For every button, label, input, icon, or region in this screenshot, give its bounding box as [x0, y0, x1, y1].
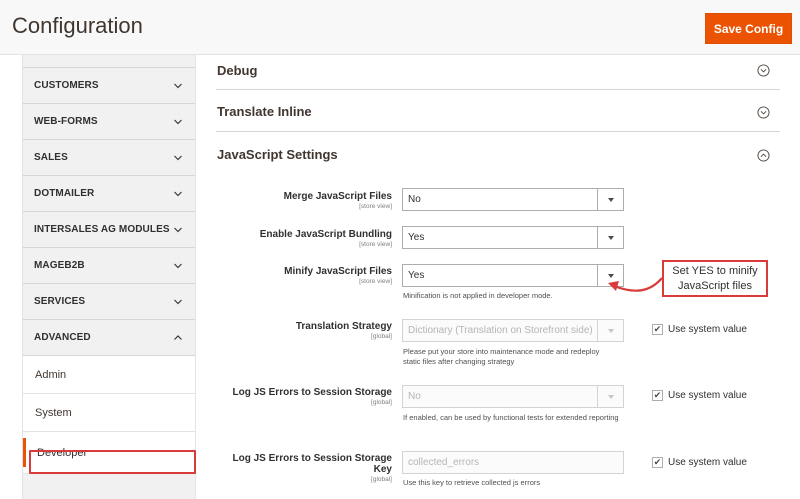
sidebar-item-label: SALES — [34, 152, 68, 163]
checkbox-checked-icon[interactable]: ✔ — [652, 324, 663, 335]
chevron-up-icon — [174, 334, 182, 340]
log-js-errors-label: Log JS Errors to Session Storage [global… — [214, 387, 392, 406]
field-scope: [store view] — [359, 241, 392, 248]
field-label: Translation Strategy — [295, 321, 392, 332]
section-javascript-settings[interactable]: JavaScript Settings — [216, 132, 780, 176]
field-scope: [global] — [371, 399, 392, 406]
triangle-down-icon — [607, 197, 614, 202]
sidebar-item-intersales-ag-modules[interactable]: INTERSALES AG MODULES — [23, 212, 195, 248]
triangle-down-icon — [607, 328, 614, 333]
log-js-errors-key-use-system[interactable]: ✔ Use system value — [652, 457, 747, 468]
field-label: Log JS Errors to Session Storage Key — [232, 453, 392, 475]
merge-js-label: Merge JavaScript Files [store view] — [214, 191, 392, 210]
sidebar-item-services[interactable]: SERVICES — [23, 284, 195, 320]
triangle-down-icon — [607, 394, 614, 399]
merge-js-select[interactable]: No — [402, 188, 624, 211]
chevron-down-icon — [174, 299, 182, 304]
circle-chevron-down-icon — [757, 106, 770, 119]
section-translate-inline[interactable]: Translate Inline — [216, 90, 780, 132]
sidebar-top-spacer — [23, 55, 195, 68]
annotation-arrow — [608, 277, 663, 292]
circle-chevron-up-icon — [757, 149, 770, 162]
select-value: Yes — [408, 232, 425, 243]
log-js-errors-key-input[interactable]: collected_errors — [402, 451, 624, 474]
log-js-errors-note: If enabled, can be used by functional te… — [403, 413, 619, 422]
page-header: Configuration Save Config — [0, 0, 800, 55]
chevron-down-icon — [174, 191, 182, 196]
log-js-errors-key-label: Log JS Errors to Session Storage Key [gl… — [214, 453, 392, 483]
select-value: Yes — [408, 270, 425, 281]
log-js-errors-use-system[interactable]: ✔ Use system value — [652, 390, 747, 401]
select-value: Dictionary (Translation on Storefront si… — [408, 325, 593, 336]
enable-bundling-select[interactable]: Yes — [402, 226, 624, 249]
sidebar-subitem-admin[interactable]: Admin — [23, 356, 195, 394]
sidebar-item-label: WEB-FORMS — [34, 116, 98, 127]
minify-js-label: Minify JavaScript Files [store view] — [214, 266, 392, 285]
sidebar-item-advanced[interactable]: ADVANCED — [23, 320, 195, 356]
field-scope: [global] — [371, 333, 392, 340]
field-scope: [global] — [371, 476, 392, 483]
log-js-errors-key-note: Use this key to retrieve collected js er… — [403, 478, 541, 487]
translation-strategy-select[interactable]: Dictionary (Translation on Storefront si… — [402, 319, 624, 342]
sidebar-item-dotmailer[interactable]: DOTMAILER — [23, 176, 195, 212]
field-label: Merge JavaScript Files — [283, 191, 392, 202]
translation-strategy-use-system[interactable]: ✔ Use system value — [652, 324, 747, 335]
sidebar-item-label: ADVANCED — [34, 332, 91, 343]
translation-strategy-label: Translation Strategy [global] — [214, 321, 392, 340]
select-value: No — [408, 391, 421, 402]
field-label: Enable JavaScript Bundling — [259, 229, 392, 240]
chevron-down-icon — [174, 263, 182, 268]
log-js-errors-select[interactable]: No — [402, 385, 624, 408]
sidebar-item-label: CUSTOMERS — [34, 80, 99, 91]
checkbox-checked-icon[interactable]: ✔ — [652, 457, 663, 468]
translation-strategy-note: Please put your store into maintenance m… — [403, 347, 600, 366]
checkbox-label: Use system value — [668, 457, 747, 468]
checkbox-label: Use system value — [668, 324, 747, 335]
triangle-down-icon — [607, 235, 614, 240]
sidebar-item-label: MAGEB2B — [34, 260, 85, 271]
sidebar-item-label: INTERSALES AG MODULES — [34, 224, 170, 235]
sidebar-item-web-forms[interactable]: WEB-FORMS — [23, 104, 195, 140]
chevron-down-icon — [174, 119, 182, 124]
select-arrow — [597, 386, 623, 407]
sidebar-item-mageb2b[interactable]: MAGEB2B — [23, 248, 195, 284]
page-title: Configuration — [12, 13, 143, 38]
checkbox-label: Use system value — [668, 390, 747, 401]
config-sidebar: CUSTOMERS WEB-FORMS SALES DOTMAILER INTE… — [22, 55, 196, 499]
chevron-down-icon — [174, 155, 182, 160]
section-title: Debug — [217, 63, 258, 78]
field-scope: [store view] — [359, 278, 392, 285]
sidebar-item-label: SERVICES — [34, 296, 86, 307]
annotation-callout: Set YES to minify JavaScript files — [662, 260, 768, 297]
minify-js-select[interactable]: Yes — [402, 264, 624, 287]
chevron-down-icon — [174, 227, 182, 232]
save-config-button[interactable]: Save Config — [705, 13, 792, 44]
minify-js-note: Minification is not applied in developer… — [403, 291, 553, 300]
field-label: Minify JavaScript Files — [284, 266, 392, 277]
developer-highlight-box — [29, 450, 196, 474]
circle-chevron-down-icon — [757, 64, 770, 77]
chevron-down-icon — [174, 83, 182, 88]
section-title: JavaScript Settings — [217, 147, 338, 162]
field-label: Log JS Errors to Session Storage — [232, 387, 392, 398]
sidebar-item-customers[interactable]: CUSTOMERS — [23, 68, 195, 104]
sidebar-item-label: DOTMAILER — [34, 188, 95, 199]
select-arrow — [597, 320, 623, 341]
select-value: No — [408, 194, 421, 205]
checkbox-checked-icon[interactable]: ✔ — [652, 390, 663, 401]
field-scope: [store view] — [359, 203, 392, 210]
select-arrow[interactable] — [597, 227, 623, 248]
section-title: Translate Inline — [217, 104, 312, 119]
select-arrow[interactable] — [597, 189, 623, 210]
sidebar-subitem-system[interactable]: System — [23, 394, 195, 432]
enable-bundling-label: Enable JavaScript Bundling [store view] — [214, 229, 392, 248]
section-debug[interactable]: Debug — [216, 55, 780, 90]
sidebar-item-sales[interactable]: SALES — [23, 140, 195, 176]
